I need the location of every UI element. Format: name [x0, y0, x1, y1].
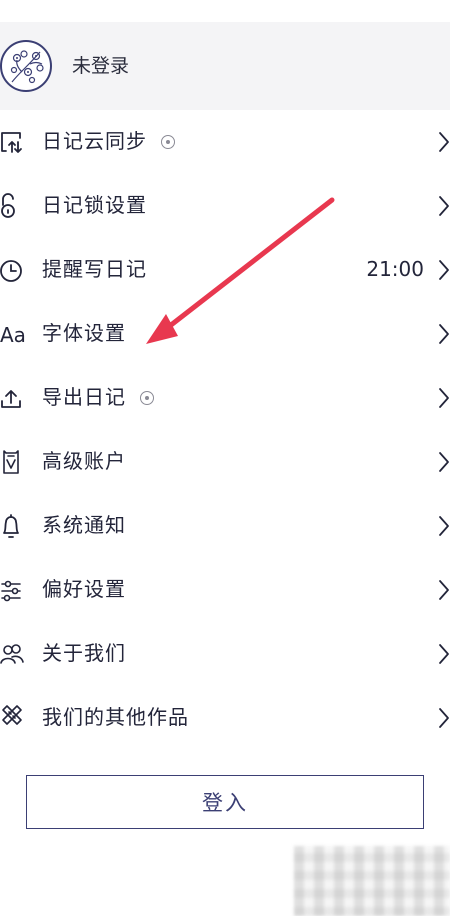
menu-item-label: 系统通知 [42, 513, 126, 537]
chevron-right-icon [439, 260, 449, 280]
menu-item-label: 我们的其他作品 [42, 705, 189, 729]
info-dot-icon [140, 391, 154, 405]
chevron-right-icon [438, 707, 450, 729]
chevron-right-icon [438, 131, 450, 153]
chevron-right-icon [439, 644, 449, 664]
clock-icon [0, 255, 26, 285]
font-icon: Aa [0, 319, 26, 349]
bell-icon [0, 511, 26, 541]
menu-item-premium[interactable]: 高级账户 [0, 430, 450, 494]
menu-item-lock[interactable]: 日记锁设置 [0, 174, 450, 238]
chevron-right-icon [439, 516, 449, 536]
cloud-sync-icon [0, 127, 26, 157]
menu-item-label: 导出日记 [42, 385, 126, 409]
premium-icon [0, 447, 26, 477]
chevron-right-icon [438, 259, 450, 281]
menu-item-label: 偏好设置 [42, 577, 126, 601]
menu-item-label: 日记锁设置 [42, 193, 147, 217]
login-button[interactable]: 登入 [26, 775, 424, 829]
chevron-right-icon [439, 388, 449, 408]
svg-text:Aa: Aa [0, 323, 26, 347]
menu-item-notify[interactable]: 系统通知 [0, 494, 450, 558]
chevron-right-icon [439, 580, 449, 600]
chevron-right-icon [438, 195, 450, 217]
chevron-right-icon [438, 579, 450, 601]
chevron-right-icon [439, 708, 449, 728]
info-dot-icon [161, 135, 175, 149]
menu-item-sync[interactable]: 日记云同步 [0, 110, 450, 174]
menu-item-reminder[interactable]: 提醒写日记 21:00 [0, 238, 450, 302]
watermark-blur [294, 846, 450, 916]
chevron-right-icon [438, 643, 450, 665]
menu-item-font[interactable]: Aa 字体设置 [0, 302, 450, 366]
avatar[interactable] [0, 40, 52, 92]
chevron-right-icon [439, 324, 449, 344]
menu-item-value: 21:00 [366, 257, 424, 281]
chevron-right-icon [438, 515, 450, 537]
tools-icon [0, 703, 26, 733]
menu-item-prefs[interactable]: 偏好设置 [0, 558, 450, 622]
menu-item-label: 提醒写日记 [42, 257, 147, 281]
sliders-icon [0, 575, 26, 605]
menu-item-label: 关于我们 [42, 641, 126, 665]
lock-icon [0, 191, 26, 221]
menu-item-about[interactable]: 关于我们 [0, 622, 450, 686]
export-icon [0, 383, 26, 413]
menu-item-works[interactable]: 我们的其他作品 [0, 686, 450, 750]
login-status[interactable]: 未登录 [72, 52, 129, 80]
chevron-right-icon [438, 451, 450, 473]
chevron-right-icon [439, 196, 449, 216]
people-icon [0, 639, 26, 669]
chevron-right-icon [438, 387, 450, 409]
menu-item-label: 日记云同步 [42, 129, 147, 153]
profile-header[interactable]: 未登录 [0, 22, 450, 110]
menu-item-label: 高级账户 [42, 449, 126, 473]
chevron-right-icon [439, 452, 449, 472]
menu-item-label: 字体设置 [42, 321, 126, 345]
settings-menu: 日记云同步日记锁设置提醒写日记 21:00 Aa 字体设置导出日记高级账户系统通知偏好… [0, 110, 450, 750]
chevron-right-icon [438, 323, 450, 345]
flower-avatar-icon [10, 50, 44, 84]
menu-item-export[interactable]: 导出日记 [0, 366, 450, 430]
chevron-right-icon [439, 132, 449, 152]
